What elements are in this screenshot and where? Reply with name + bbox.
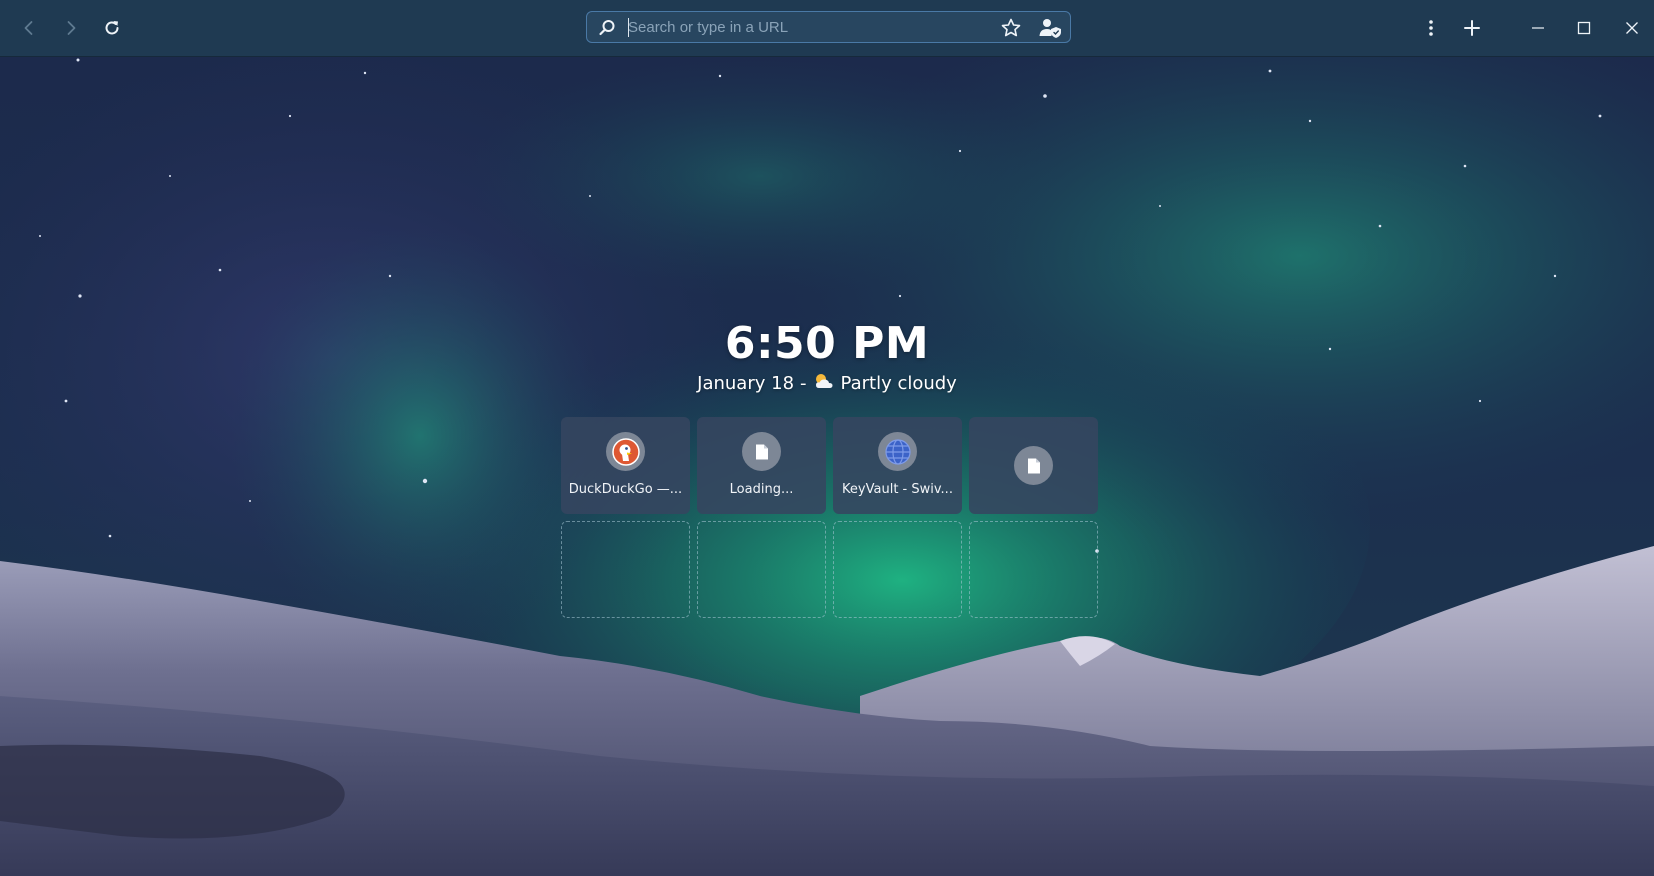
tile-label: KeyVault - Swiv... [842,482,953,497]
text-caret [628,18,629,37]
chevron-right-icon [62,19,80,37]
close-window-button[interactable] [1614,10,1650,46]
speed-dial-empty-slot[interactable] [561,521,690,618]
maximize-icon [1577,21,1591,35]
document-icon [742,432,781,471]
star-icon[interactable] [1000,17,1022,44]
speed-dial-tile-keyvault[interactable]: KeyVault - Swiv... [833,417,962,514]
forward-button[interactable] [53,10,89,46]
url-input[interactable] [628,16,968,38]
date-separator: - [800,373,807,394]
close-icon [1625,21,1639,35]
address-bar[interactable] [586,11,1071,43]
duckduckgo-icon [606,432,645,471]
menu-button[interactable] [1413,10,1449,46]
back-button[interactable] [11,10,47,46]
speed-dial-empty-slot[interactable] [697,521,826,618]
search-icon [597,18,617,43]
speed-dial-empty-slot[interactable] [969,521,1098,618]
document-icon [1014,446,1053,485]
wallpaper-background [0,56,1654,876]
tile-label: Loading... [729,482,794,497]
clock-time: 6:50 PM [724,318,930,369]
chevron-left-icon [20,19,38,37]
speed-dial-tile-untitled[interactable] [969,417,1098,514]
reload-button[interactable] [94,10,130,46]
maximize-button[interactable] [1566,10,1602,46]
tile-label: DuckDuckGo —... [568,482,683,497]
globe-icon [878,432,917,471]
kebab-menu-icon [1427,19,1435,37]
reload-icon [102,18,122,38]
partly-cloudy-icon [813,372,835,395]
weather-text: Partly cloudy [840,373,957,394]
date-text: January 18 [697,373,795,394]
minimize-button[interactable] [1520,10,1556,46]
aurora-landscape-image [0,56,1654,876]
browser-toolbar [0,0,1654,57]
minimize-icon [1531,21,1545,35]
speed-dial-tile-duckduckgo[interactable]: DuckDuckGo —... [561,417,690,514]
new-tab-button[interactable] [1454,10,1490,46]
speed-dial-tile-loading[interactable]: Loading... [697,417,826,514]
user-shield-icon[interactable] [1038,16,1062,45]
plus-icon [1463,19,1481,37]
date-weather-line: January 18 - Partly cloudy [0,372,1654,395]
speed-dial-empty-slot[interactable] [833,521,962,618]
